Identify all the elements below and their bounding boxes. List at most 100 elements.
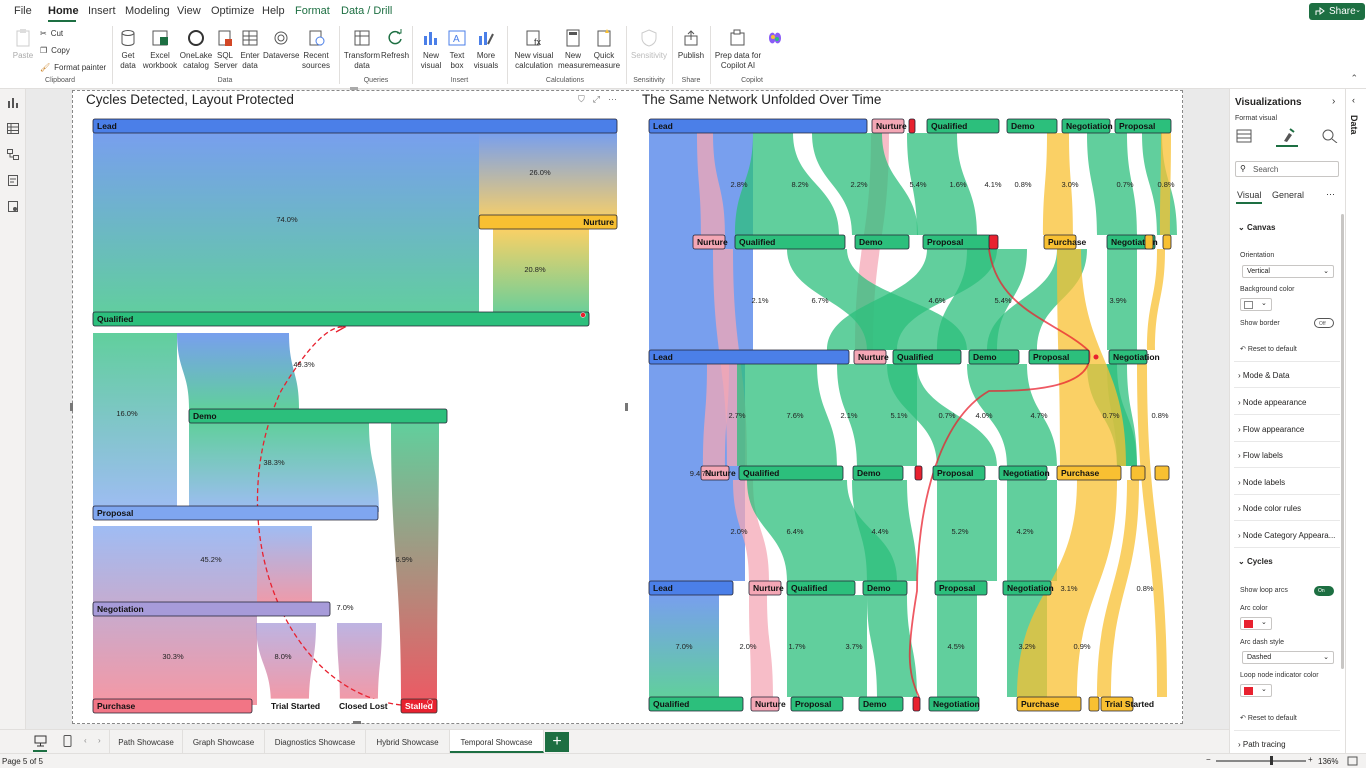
sankey-chart-cycles[interactable]: Cycles Detected, Layout Protected Lead Nur… — [81, 91, 628, 723]
reset-cycles-button[interactable]: ↶ Reset to default — [1240, 714, 1297, 722]
arc-dash-style-dropdown[interactable]: Dashed ⌄ — [1242, 651, 1334, 664]
desktop-layout-icon[interactable] — [34, 735, 47, 747]
data-pane-tab[interactable]: ‹ Data — [1345, 89, 1366, 753]
report-view-icon[interactable] — [7, 97, 19, 108]
menu-home[interactable]: Home — [48, 5, 79, 17]
menu-format[interactable]: Format — [295, 5, 330, 17]
more-visuals-button[interactable]: More visuals — [470, 28, 502, 71]
dataverse-button[interactable]: Dataverse — [263, 28, 299, 61]
pane-scrollbar[interactable] — [1341, 214, 1344, 669]
page-tab-hybrid-showcase[interactable]: Hybrid Showcase — [366, 730, 450, 753]
dax-query-view-icon[interactable] — [7, 175, 19, 186]
text-box-button[interactable]: A Text box — [445, 28, 469, 71]
flow-label: 4.4% — [871, 527, 888, 536]
cut-button[interactable]: ✂ Cut — [40, 29, 63, 38]
sensitivity-group-label: Sensitivity — [633, 77, 665, 84]
section-node-category[interactable]: › Node Category Appeara... — [1238, 531, 1335, 540]
arc-color-picker[interactable]: ⌄ — [1240, 617, 1272, 630]
publish-button[interactable]: Publish — [676, 28, 706, 61]
tab-general[interactable]: General — [1272, 190, 1304, 200]
focus-mode-icon[interactable]: ⤢ — [593, 94, 600, 105]
build-visual-icon[interactable] — [1236, 129, 1252, 143]
node-label: Qualified — [743, 468, 779, 478]
menu-optimize[interactable]: Optimize — [211, 5, 254, 17]
search-box[interactable]: ⚲ Search — [1235, 161, 1339, 177]
new-visual-button[interactable]: New visual — [417, 28, 445, 71]
tab-visual[interactable]: Visual — [1237, 190, 1261, 200]
analytics-icon[interactable] — [1322, 129, 1338, 143]
excel-workbook-button[interactable]: Excel workbook — [142, 28, 178, 71]
resize-handle[interactable] — [70, 403, 73, 411]
reset-canvas-button[interactable]: ↶ Reset to default — [1240, 345, 1297, 353]
collapse-pane-icon[interactable]: › — [1332, 96, 1335, 107]
menu-view[interactable]: View — [177, 5, 201, 17]
prep-data-copilot-button[interactable]: Prep data for Copilot AI — [714, 28, 762, 71]
model-view-icon[interactable] — [7, 149, 19, 160]
menu-data-drill[interactable]: Data / Drill — [341, 5, 392, 17]
page-tab-path-showcase[interactable]: Path Showcase — [109, 730, 183, 753]
onelake-button[interactable]: OneLake catalog — [178, 28, 214, 71]
section-mode-data[interactable]: › Mode & Data — [1238, 371, 1290, 380]
section-node-color-rules[interactable]: › Node color rules — [1238, 504, 1301, 513]
expand-icon[interactable]: ‹ — [1352, 95, 1355, 105]
menu-help[interactable]: Help — [262, 5, 285, 17]
section-path-tracing[interactable]: › Path tracing — [1238, 740, 1286, 749]
paste-button[interactable]: Paste — [10, 28, 36, 61]
format-paintbrush-icon[interactable] — [1280, 127, 1296, 143]
format-painter-button[interactable]: 🖌 Format painter — [40, 63, 106, 72]
section-node-appearance[interactable]: › Node appearance — [1238, 398, 1307, 407]
zoom-slider-thumb[interactable] — [1270, 756, 1273, 765]
fit-to-page-icon[interactable] — [1347, 756, 1358, 766]
copilot-button[interactable] — [762, 28, 788, 51]
ribbon-collapse-icon[interactable]: ⌃ — [1350, 73, 1358, 84]
shield-icon — [641, 29, 657, 47]
refresh-button[interactable]: Refresh — [381, 28, 409, 61]
page-tab-diagnostics-showcase[interactable]: Diagnostics Showcase — [265, 730, 366, 753]
zoom-slider[interactable] — [1216, 760, 1306, 762]
zoom-level[interactable]: 136% — [1318, 757, 1338, 766]
page-tab-temporal-showcase[interactable]: Temporal Showcase — [450, 730, 544, 753]
format-painter-label: Format painter — [54, 63, 107, 72]
filter-icon[interactable]: ⛉ — [578, 94, 585, 105]
more-options-icon[interactable]: ⋯ — [608, 94, 617, 105]
add-page-button[interactable]: + — [545, 732, 569, 752]
copy-button[interactable]: ❐ Copy — [40, 46, 70, 55]
zoom-in-icon[interactable]: + — [1308, 755, 1313, 764]
background-color-picker[interactable]: ⌄ — [1240, 298, 1272, 311]
table-icon — [242, 30, 258, 46]
sql-server-button[interactable]: SQL Server — [214, 28, 238, 71]
separator — [1234, 547, 1340, 548]
get-data-button[interactable]: Get data — [114, 28, 142, 71]
table-view-icon[interactable] — [7, 123, 19, 134]
mobile-layout-icon[interactable] — [63, 735, 72, 747]
enter-data-button[interactable]: Enter data — [238, 28, 262, 71]
recent-sources-button[interactable]: Recent sources — [299, 28, 333, 71]
new-visual-calculation-button[interactable]: fx New visual calculation — [510, 28, 558, 71]
sensitivity-button[interactable]: Sensitivity — [630, 28, 668, 61]
new-measure-button[interactable]: New measure — [558, 28, 589, 71]
menu-file[interactable]: File — [14, 5, 32, 17]
show-border-toggle[interactable]: Off — [1314, 318, 1334, 328]
next-page-icon[interactable]: › — [98, 736, 101, 745]
section-flow-labels[interactable]: › Flow labels — [1238, 451, 1283, 460]
prev-page-icon[interactable]: ‹ — [84, 736, 87, 745]
orientation-dropdown[interactable]: Vertical ⌄ — [1242, 265, 1334, 278]
tmdl-view-icon[interactable] — [7, 201, 19, 212]
canvas-section-header[interactable]: ⌄ Canvas — [1238, 223, 1275, 232]
sankey-chart-temporal[interactable]: The Same Network Unfolded Over Time Lead N… — [637, 91, 1182, 723]
menu-modeling[interactable]: Modeling — [125, 5, 170, 17]
sql-icon — [218, 30, 232, 46]
loop-indicator-color-picker[interactable]: ⌄ — [1240, 684, 1272, 697]
page-tab-graph-showcase[interactable]: Graph Showcase — [183, 730, 265, 753]
zoom-out-icon[interactable]: − — [1206, 755, 1211, 764]
transform-data-button[interactable]: Transform data — [343, 28, 381, 71]
show-loop-arcs-toggle[interactable]: On — [1314, 586, 1334, 596]
menu-insert[interactable]: Insert — [88, 5, 116, 17]
cycles-section-header[interactable]: ⌄ Cycles — [1238, 557, 1273, 566]
section-flow-appearance[interactable]: › Flow appearance — [1238, 425, 1304, 434]
quick-measure-button[interactable]: Quick measure — [589, 28, 620, 71]
more-options-icon[interactable]: ⋯ — [1326, 189, 1335, 200]
section-node-labels[interactable]: › Node labels — [1238, 478, 1285, 487]
node-label: Negotiation — [1113, 352, 1160, 362]
share-button[interactable]: Share ⌄ — [1309, 3, 1365, 20]
